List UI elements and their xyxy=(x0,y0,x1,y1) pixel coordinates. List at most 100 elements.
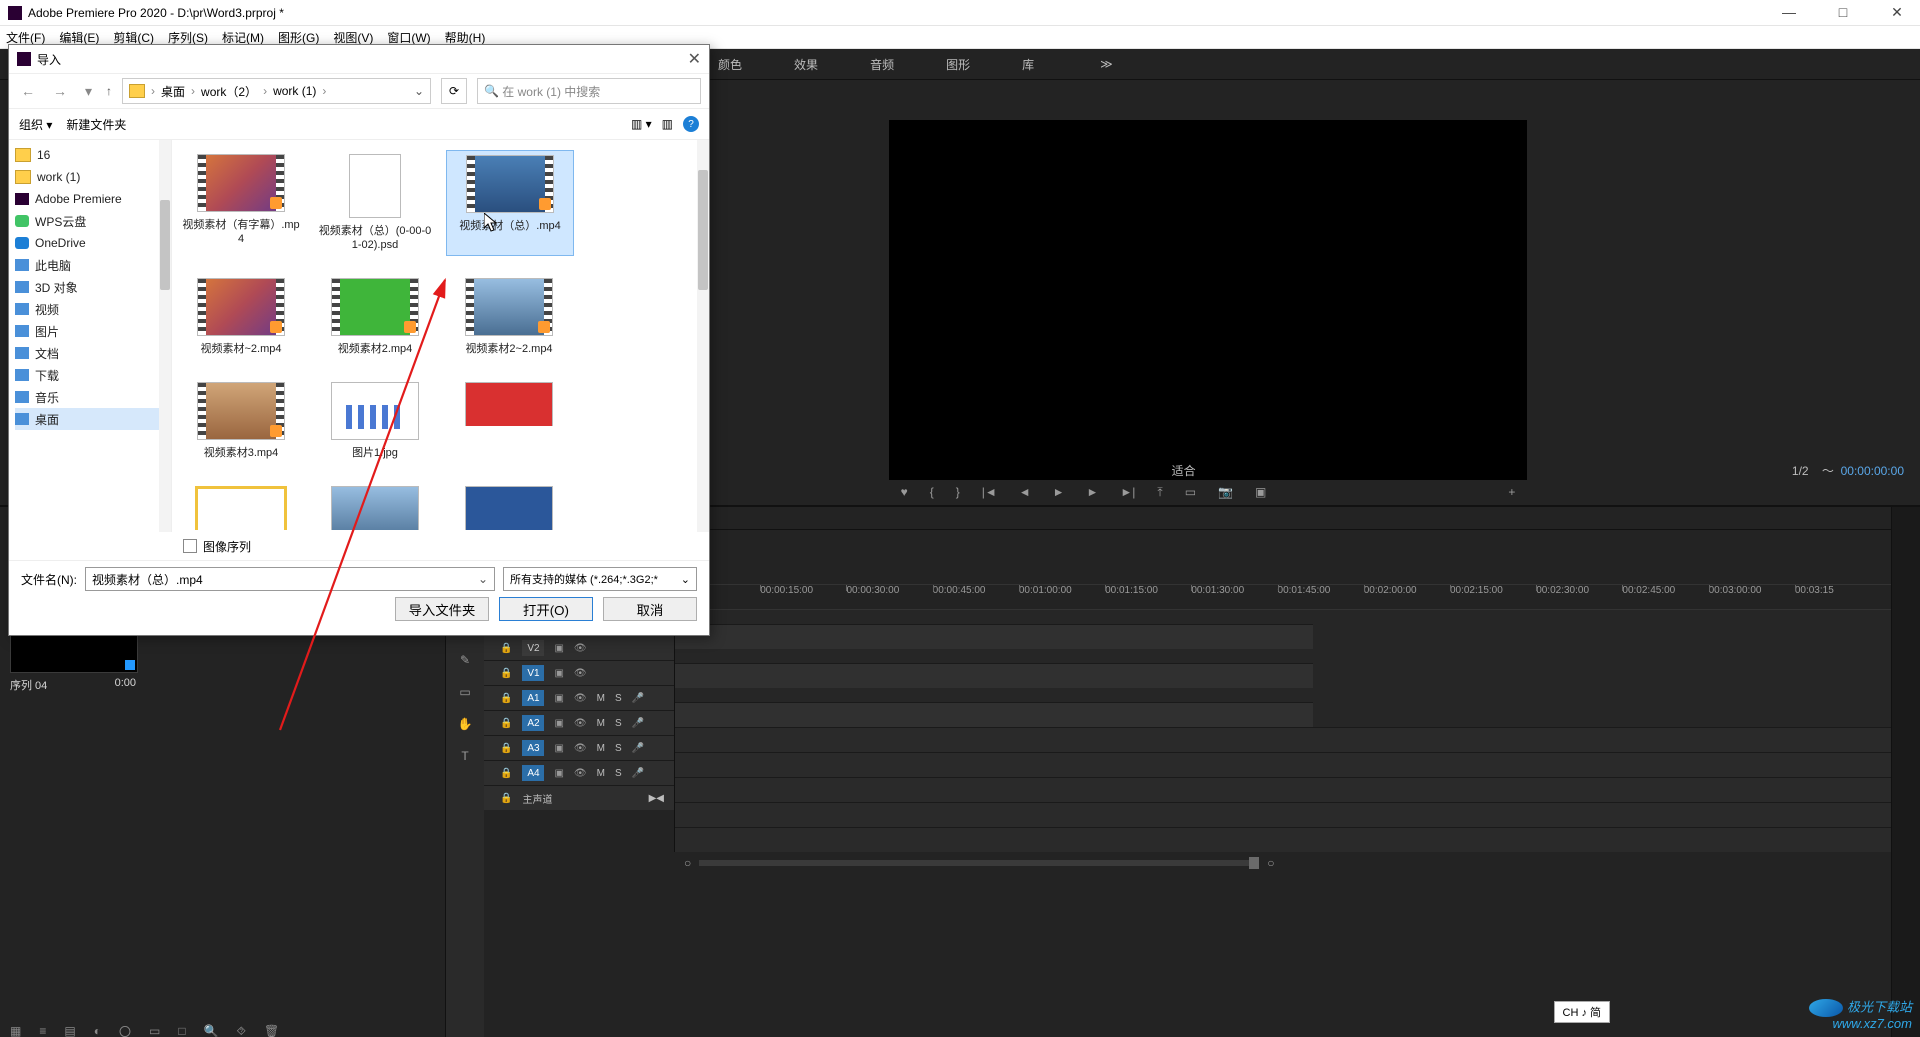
timeline-tool[interactable]: ▭ xyxy=(456,683,474,701)
eye-icon[interactable]: 👁 xyxy=(574,768,587,779)
track-header[interactable]: 🔒A3▣👁MS🎤 xyxy=(484,735,674,760)
track-tag[interactable]: A3 xyxy=(522,740,544,756)
file-item[interactable] xyxy=(178,482,304,530)
view-icon[interactable]: ▥ ▾ xyxy=(631,117,652,131)
file-item[interactable]: 视频素材（总）(0-00-01-02).psd xyxy=(312,150,438,256)
dialog-files[interactable]: 视频素材（有字幕）.mp4视频素材（总）(0-00-01-02).psd视频素材… xyxy=(172,140,709,532)
tree-scrollbar[interactable] xyxy=(159,140,171,532)
toggle-icon[interactable]: ▣ xyxy=(554,743,563,754)
workspace-tab[interactable]: 库 xyxy=(1016,52,1040,77)
track-tag[interactable]: A2 xyxy=(522,715,544,731)
goto-out-icon[interactable]: ►| xyxy=(1120,485,1135,499)
refresh-icon[interactable]: ⟳ xyxy=(441,78,467,104)
track-tag[interactable]: A4 xyxy=(522,765,544,781)
dialog-tree[interactable]: 16work (1)Adobe PremiereWPS云盘OneDrive此电脑… xyxy=(9,140,172,532)
file-item[interactable] xyxy=(312,482,438,530)
track-lane[interactable] xyxy=(675,752,1891,777)
project-footer-icon[interactable]: 〇 xyxy=(119,1023,131,1037)
track-body[interactable] xyxy=(674,610,1891,852)
project-footer-icon[interactable]: ▦ xyxy=(10,1024,21,1037)
tree-item[interactable]: OneDrive xyxy=(15,232,165,254)
goto-in-icon[interactable]: |◄ xyxy=(982,485,997,499)
import-folder-button[interactable]: 导入文件夹 xyxy=(395,597,489,621)
track-tag[interactable]: A1 xyxy=(522,690,544,706)
lock-icon[interactable]: 🔒 xyxy=(500,668,512,679)
organize-button[interactable]: 组织 ▾ xyxy=(19,116,52,133)
file-item[interactable]: 视频素材2.mp4 xyxy=(312,274,438,360)
mic-icon[interactable]: 🎤 xyxy=(632,743,644,754)
recent-icon[interactable]: ▾ xyxy=(81,83,96,100)
zoom-out-icon[interactable]: ○ xyxy=(684,856,691,870)
menu-item[interactable]: 图形(G) xyxy=(278,29,319,46)
project-footer-icon[interactable]: ◐ xyxy=(94,1024,101,1037)
lock-icon[interactable]: 🔒 xyxy=(500,693,512,704)
filename-field[interactable]: 视频素材（总）.mp4 ⌄ xyxy=(85,567,495,591)
project-footer-icon[interactable]: □ xyxy=(178,1024,185,1037)
cancel-button[interactable]: 取消 xyxy=(603,597,697,621)
solo-icon[interactable]: S xyxy=(615,743,622,754)
track-lane[interactable] xyxy=(675,727,1891,752)
file-item[interactable]: 视频素材（总）.mp4 xyxy=(446,150,574,256)
project-footer-icon[interactable]: ⯑ xyxy=(237,1024,246,1037)
lock-icon[interactable]: 🔒 xyxy=(500,768,512,779)
track-header[interactable]: 🔒A1▣👁MS🎤 xyxy=(484,685,674,710)
tree-item[interactable]: 此电脑 xyxy=(15,254,165,276)
breadcrumb[interactable]: › 桌面› work（2）› work (1)› ⌄ xyxy=(122,78,431,104)
lift-icon[interactable]: ⤒ xyxy=(1157,485,1162,500)
filter-dropdown[interactable]: 所有支持的媒体 (*.264;*.3G2;* ⌄ xyxy=(503,567,697,591)
minimize-button[interactable]: — xyxy=(1774,4,1804,21)
back-icon[interactable]: ← xyxy=(17,83,39,99)
project-footer-icon[interactable]: ▤ xyxy=(64,1024,75,1037)
compare-icon[interactable]: ▣ xyxy=(1255,485,1266,499)
tree-item[interactable]: 下载 xyxy=(15,364,165,386)
menu-item[interactable]: 标记(M) xyxy=(222,29,264,46)
extract-icon[interactable]: ▭ xyxy=(1185,485,1196,499)
toggle-icon[interactable]: ▣ xyxy=(554,768,563,779)
crumb-dropdown-icon[interactable]: ⌄ xyxy=(414,84,424,98)
open-button[interactable]: 打开(O) xyxy=(499,597,593,621)
step-fwd-icon[interactable]: ► xyxy=(1087,485,1099,499)
project-footer-icon[interactable]: 🗑 xyxy=(264,1024,279,1037)
menu-item[interactable]: 窗口(W) xyxy=(387,29,430,46)
crumb[interactable]: work（2） xyxy=(201,83,257,100)
track-header[interactable]: 🔒 A4 ▣ 👁 MS 🎤 xyxy=(484,760,674,785)
crumb[interactable]: 桌面 xyxy=(161,83,185,100)
search-input[interactable]: 🔍 在 work (1) 中搜索 xyxy=(477,78,701,104)
track-header[interactable]: 🔒A2▣👁MS🎤 xyxy=(484,710,674,735)
file-item[interactable] xyxy=(446,378,572,426)
master-track[interactable]: 🔒主声道▶◀ xyxy=(484,785,674,810)
track-lane[interactable] xyxy=(675,663,1313,688)
track-header[interactable]: 🔒V2▣👁 xyxy=(484,635,674,660)
track-header[interactable]: 🔒V1▣👁 xyxy=(484,660,674,685)
close-icon[interactable]: ✕ xyxy=(688,49,701,69)
track-lane[interactable] xyxy=(675,702,1313,727)
mute-icon[interactable]: M xyxy=(597,693,605,704)
file-item[interactable] xyxy=(446,482,572,530)
mute-icon[interactable]: M xyxy=(597,768,605,779)
eye-icon[interactable]: 👁 xyxy=(574,718,587,729)
maximize-button[interactable]: □ xyxy=(1828,4,1858,21)
mic-icon[interactable]: 🎤 xyxy=(632,768,644,779)
solo-icon[interactable]: S xyxy=(615,768,622,779)
tree-item[interactable]: 3D 对象 xyxy=(15,276,165,298)
file-item[interactable]: 视频素材（有字幕）.mp4 xyxy=(178,150,304,256)
lock-icon[interactable]: 🔒 xyxy=(500,643,512,654)
lock-icon[interactable]: 🔒 xyxy=(500,718,512,729)
zoom-in-icon[interactable]: ○ xyxy=(1267,856,1274,870)
menu-item[interactable]: 视图(V) xyxy=(333,29,373,46)
workspace-tab[interactable]: 图形 xyxy=(940,52,976,77)
menu-item[interactable]: 剪辑(C) xyxy=(113,29,154,46)
crumb[interactable]: work (1) xyxy=(273,84,316,98)
track-tag[interactable]: V1 xyxy=(522,665,544,681)
track-lane[interactable] xyxy=(675,777,1891,802)
track-lane[interactable] xyxy=(675,624,1313,649)
tree-item[interactable]: WPS云盘 xyxy=(15,210,165,232)
dialog-titlebar[interactable]: 导入 ✕ xyxy=(9,45,709,74)
tree-item[interactable]: 音乐 xyxy=(15,386,165,408)
project-footer-icon[interactable]: ▭ xyxy=(149,1024,160,1037)
file-item[interactable]: 图片1.jpg xyxy=(312,378,438,464)
timeline-ruler[interactable]: :00:0000:00:15:0000:00:30:0000:00:45:000… xyxy=(674,584,1891,610)
image-sequence-checkbox[interactable] xyxy=(183,539,197,553)
export-frame-icon[interactable]: 📷 xyxy=(1218,485,1233,499)
file-item[interactable]: 视频素材3.mp4 xyxy=(178,378,304,464)
